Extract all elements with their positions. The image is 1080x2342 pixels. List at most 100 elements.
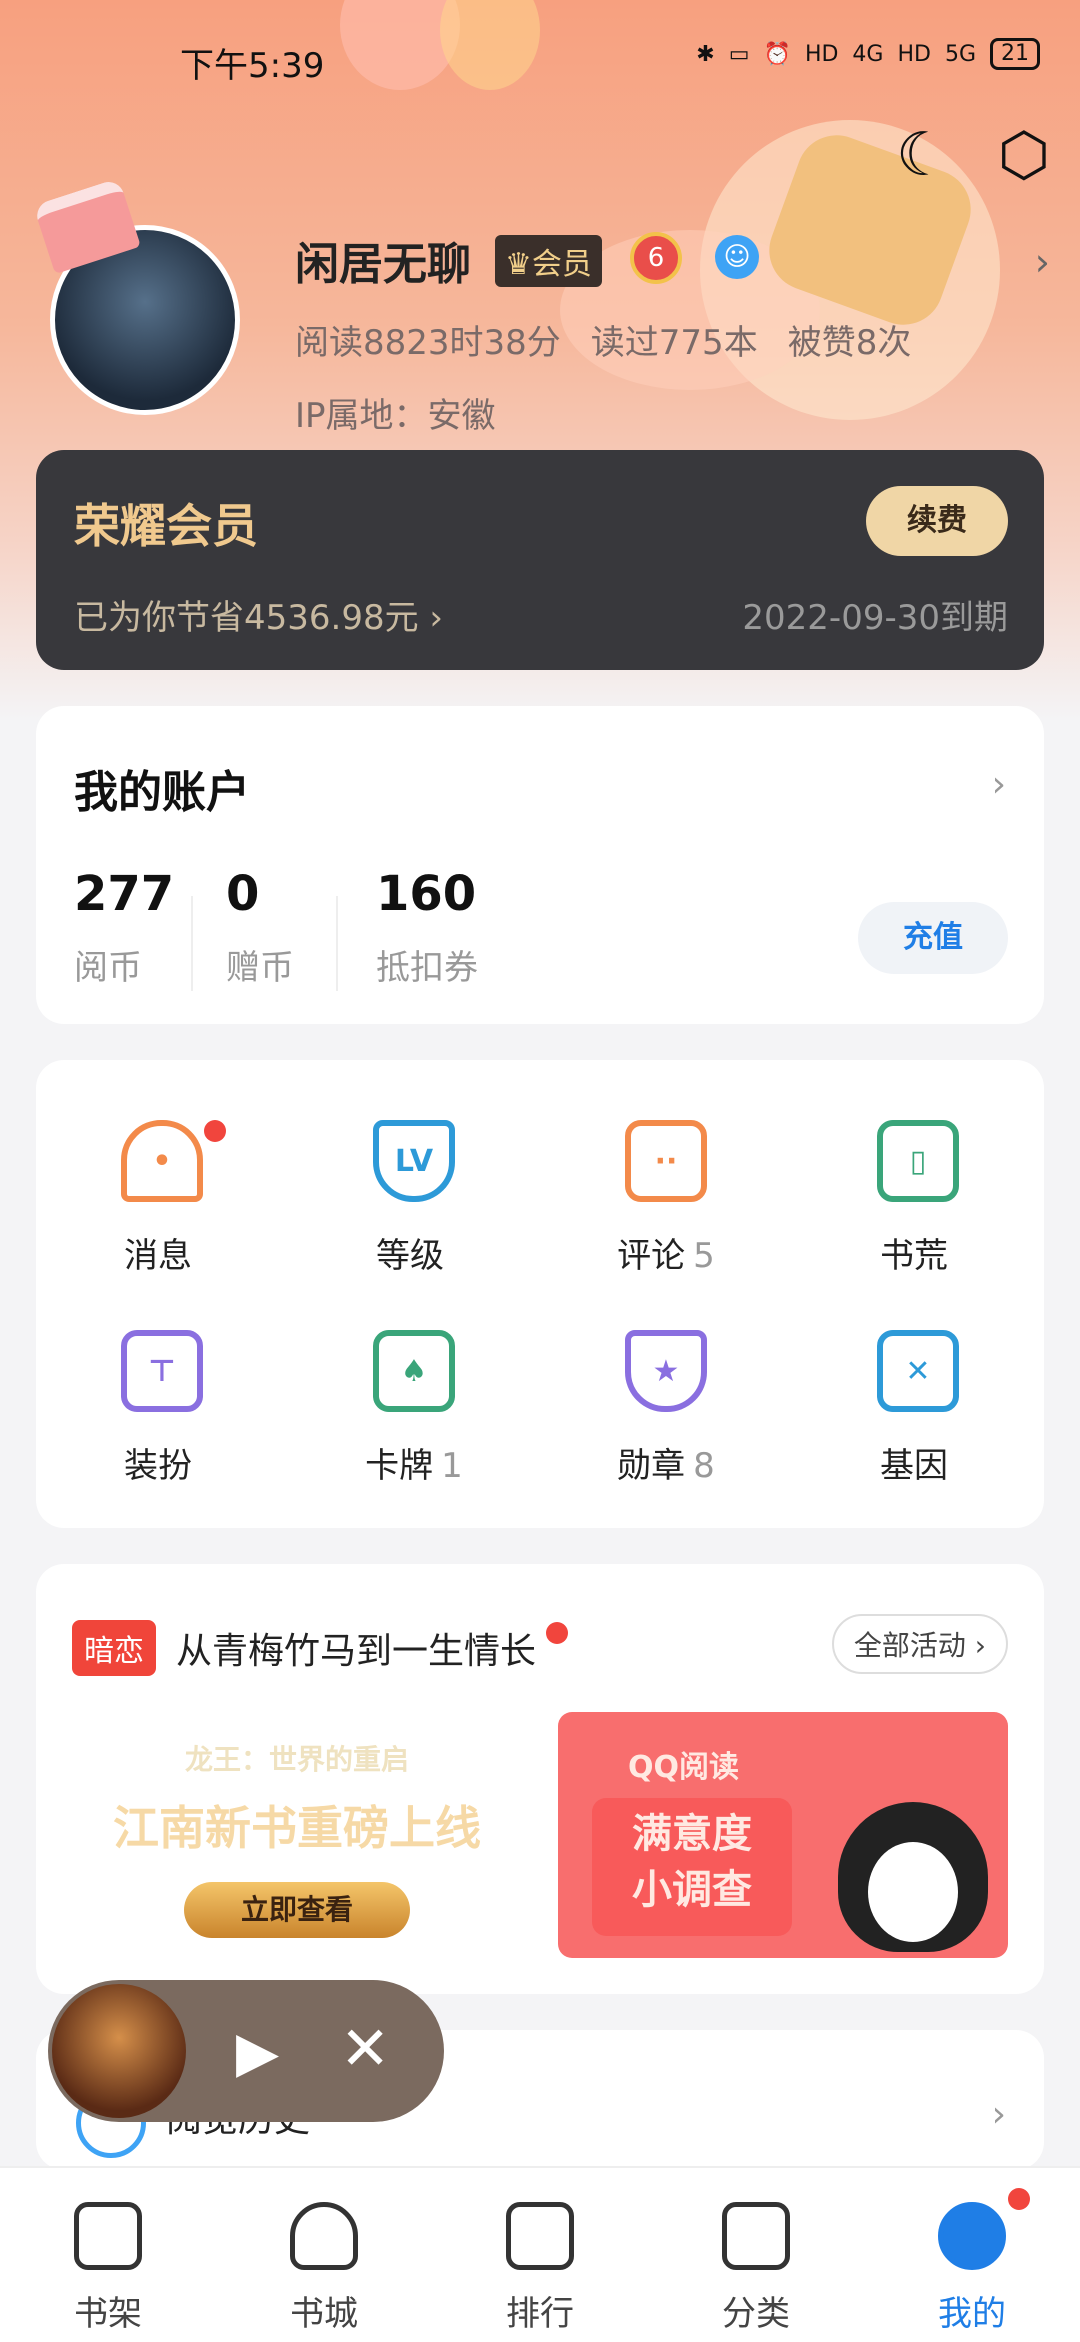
- penguin-mascot-icon: [838, 1802, 988, 1952]
- tab-mine[interactable]: 我的: [864, 2168, 1080, 2335]
- bluetooth-icon: ✱: [696, 41, 715, 67]
- feature-dress-up[interactable]: ⊤ 装扮: [36, 1330, 288, 1487]
- chevron-right-icon[interactable]: ›: [992, 764, 1006, 805]
- vip-title: 荣耀会员: [74, 499, 258, 553]
- vibrate-icon: ▭: [728, 41, 750, 67]
- feature-level[interactable]: LV 等级: [288, 1120, 540, 1277]
- vip-expire-date: 2022-09-30到期: [742, 598, 1008, 638]
- feature-label: 卡牌: [365, 1446, 434, 1486]
- category-icon: [722, 2202, 790, 2270]
- reading-stats: 阅读8823时38分 读过775本 被赞8次: [295, 315, 911, 364]
- play-icon[interactable]: ▶: [236, 2020, 279, 2085]
- vip-badge[interactable]: ♛会员: [495, 235, 602, 287]
- divider: [336, 896, 338, 991]
- divider: [191, 896, 193, 991]
- savings-link[interactable]: 已为你节省4536.98元 ›: [74, 590, 443, 639]
- status-icons: ✱ ▭ ⏰ HD 4G HD 5G 21: [696, 38, 1040, 70]
- feature-label: 书荒: [880, 1236, 948, 1276]
- dna-icon: ✕: [877, 1330, 959, 1412]
- account-item-vouchers[interactable]: 160 抵扣券: [376, 866, 478, 989]
- feature-book-shortage[interactable]: ▯ 书荒: [792, 1120, 1044, 1277]
- ip-location: IP属地：安徽: [295, 396, 496, 436]
- coins-value: 277: [74, 866, 175, 922]
- activity-card: 暗恋 从青梅竹马到一生情长 全部活动 › 龙王：世界的重启 江南新书重磅上线 立…: [36, 1564, 1044, 1994]
- chevron-right-icon[interactable]: ›: [1035, 240, 1050, 284]
- top-actions: ☾ ⬡: [896, 125, 1050, 185]
- feature-messages[interactable]: • 消息: [36, 1120, 288, 1277]
- gift-coins-label: 赠币: [226, 948, 294, 988]
- banner2-line2: 小调查: [632, 1867, 752, 1913]
- feature-comments[interactable]: ∙∙ 评论 5: [540, 1120, 792, 1277]
- vip-card[interactable]: 荣耀会员 续费 已为你节省4536.98元 › 2022-09-30到期: [36, 450, 1044, 670]
- chevron-right-icon[interactable]: ›: [992, 2094, 1006, 2135]
- feature-label: 基因: [880, 1446, 948, 1486]
- bell-icon: •: [121, 1120, 203, 1202]
- hd-icon: HD: [804, 41, 839, 67]
- status-bar: 下午5:39 ✱ ▭ ⏰ HD 4G HD 5G 21: [0, 0, 1080, 100]
- username[interactable]: 闲居无聊: [295, 228, 471, 292]
- account-card[interactable]: 我的账户 › 277 阅币 0 赠币 160 抵扣券 充值: [36, 706, 1044, 1024]
- activity-title[interactable]: 从青梅竹马到一生情长: [176, 1622, 536, 1674]
- shirt-icon: ⊤: [121, 1330, 203, 1412]
- feature-label: 装扮: [124, 1446, 192, 1486]
- qq-icon[interactable]: ☺: [715, 235, 759, 279]
- smile-icon: [938, 2202, 1006, 2270]
- notification-dot: [204, 1120, 226, 1142]
- feature-label: 等级: [376, 1236, 444, 1276]
- gift-coins-value: 0: [226, 866, 260, 922]
- feature-grid: • 消息 LV 等级 ∙∙ 评论 5 ▯ 书荒 ⊤ 装扮 ♠ 卡牌 1 ★ 勋章 8 …: [36, 1060, 1044, 1528]
- alarm-icon: ⏰: [763, 41, 791, 67]
- close-icon[interactable]: ✕: [340, 2014, 390, 2084]
- ranking-icon: [506, 2202, 574, 2270]
- activity-tag[interactable]: 暗恋: [72, 1620, 156, 1676]
- signal-5g: 5G: [944, 41, 976, 67]
- banner-new-book[interactable]: 龙王：世界的重启 江南新书重磅上线 立即查看: [72, 1712, 522, 1958]
- stat-read-time: 阅读8823时38分: [295, 323, 561, 363]
- feature-count: 1: [441, 1446, 463, 1486]
- coins-label: 阅币: [74, 948, 142, 988]
- book-cover[interactable]: [52, 1984, 186, 2118]
- banner2-text: 满意度 小调查: [592, 1798, 792, 1936]
- tab-bookshelf[interactable]: 书架: [0, 2168, 216, 2335]
- book-icon: ▯: [877, 1120, 959, 1202]
- bottom-tab-bar: 书架 书城 排行 分类 我的: [0, 2166, 1080, 2342]
- comment-icon: ∙∙: [625, 1120, 707, 1202]
- card-icon: ♠: [373, 1330, 455, 1412]
- night-mode-icon[interactable]: ☾: [896, 125, 950, 185]
- banner1-view-button[interactable]: 立即查看: [184, 1882, 410, 1938]
- floating-audio-player[interactable]: ▶ ✕: [48, 1980, 444, 2122]
- feature-cards[interactable]: ♠ 卡牌 1: [288, 1330, 540, 1487]
- feature-genes[interactable]: ✕ 基因: [792, 1330, 1044, 1487]
- level-shield-icon: LV: [373, 1120, 455, 1202]
- notification-dot: [546, 1622, 568, 1644]
- bookstore-icon: [290, 2202, 358, 2270]
- account-title: 我的账户: [74, 767, 250, 818]
- settings-icon[interactable]: ⬡: [998, 125, 1050, 185]
- hd-icon-2: HD: [897, 41, 931, 67]
- level-badge[interactable]: 6: [630, 232, 682, 284]
- tab-label: 分类: [722, 2294, 790, 2334]
- all-activities-button[interactable]: 全部活动 ›: [831, 1614, 1008, 1674]
- tab-category[interactable]: 分类: [648, 2168, 864, 2335]
- banner2-brand: QQ阅读: [628, 1750, 740, 1785]
- medal-icon: ★: [625, 1330, 707, 1412]
- feature-medals[interactable]: ★ 勋章 8: [540, 1330, 792, 1487]
- bookshelf-icon: [74, 2202, 142, 2270]
- feature-label: 消息: [124, 1236, 192, 1276]
- tab-label: 书架: [74, 2294, 142, 2334]
- tab-label: 我的: [938, 2294, 1006, 2334]
- account-item-coins[interactable]: 277 阅币: [74, 866, 174, 989]
- tab-ranking[interactable]: 排行: [432, 2168, 648, 2335]
- recharge-button[interactable]: 充值: [858, 902, 1008, 974]
- renew-button[interactable]: 续费: [866, 486, 1008, 556]
- vip-badge-label: 会员: [531, 247, 592, 282]
- banner2-line1: 满意度: [632, 1811, 752, 1857]
- vouchers-label: 抵扣券: [376, 948, 478, 988]
- tab-label: 书城: [290, 2294, 358, 2334]
- account-item-gift-coins[interactable]: 0 赠币: [226, 866, 294, 989]
- stat-books-read: 读过775本: [590, 323, 758, 363]
- tab-bookstore[interactable]: 书城: [216, 2168, 432, 2335]
- tab-label: 排行: [506, 2294, 574, 2334]
- banner-survey[interactable]: QQ阅读 满意度 小调查: [558, 1712, 1008, 1958]
- feature-count: 8: [693, 1446, 715, 1486]
